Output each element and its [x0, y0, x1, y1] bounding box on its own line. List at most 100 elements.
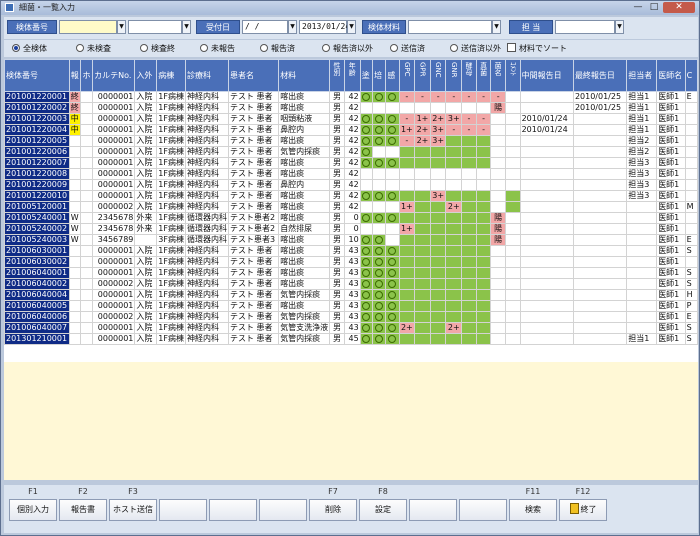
material-cell[interactable]: 喀出痰 — [278, 157, 331, 169]
result-cell[interactable] — [445, 168, 463, 180]
karte-no-cell[interactable]: 0000001 — [92, 300, 136, 312]
function-button-7[interactable]: 削除 — [309, 499, 357, 521]
department-cell[interactable]: 循環器内科 — [185, 223, 229, 235]
result-cell[interactable] — [490, 190, 506, 202]
result-cell[interactable] — [475, 190, 492, 202]
filter-radio-4[interactable]: 報告済 — [260, 43, 295, 54]
smear-cell[interactable] — [359, 278, 374, 290]
column-header[interactable]: GPC — [398, 59, 416, 92]
patient-name-cell[interactable]: テスト 患者 — [227, 113, 280, 125]
result-cell[interactable] — [429, 300, 447, 312]
interim-report-date-cell[interactable] — [519, 179, 574, 191]
ward-cell[interactable]: 1F病棟 — [156, 300, 186, 312]
specimen-no-cell[interactable]: 201006040004 — [4, 289, 70, 301]
report-status-cell[interactable] — [68, 278, 82, 290]
specimen-no-cell[interactable]: 201005120001 — [4, 201, 70, 213]
result-cell[interactable] — [414, 179, 431, 191]
result-cell[interactable] — [429, 256, 447, 268]
report-status-cell[interactable]: 中 — [68, 124, 82, 136]
host-status-cell[interactable] — [80, 223, 94, 235]
susceptibility-cell[interactable] — [385, 201, 400, 213]
column-header[interactable]: 年齢 — [343, 59, 361, 92]
report-status-cell[interactable] — [68, 311, 82, 323]
patient-name-cell[interactable]: テスト 患者 — [227, 135, 280, 147]
material-cell[interactable]: 喀出痰 — [278, 256, 331, 268]
staff-cell[interactable] — [626, 223, 658, 235]
age-cell[interactable]: 43 — [343, 245, 361, 257]
doctor-cell[interactable]: 医師1 — [656, 113, 686, 125]
doctor-cell[interactable]: 医師1 — [656, 300, 686, 312]
age-cell[interactable]: 42 — [343, 113, 361, 125]
host-status-cell[interactable] — [80, 300, 94, 312]
interim-report-date-cell[interactable] — [519, 267, 574, 279]
material-cell[interactable]: 咽頭粘液 — [278, 113, 331, 125]
result-cell[interactable] — [504, 267, 521, 279]
susceptibility-cell[interactable] — [385, 278, 400, 290]
specimen-no-cell[interactable]: 201006040007 — [4, 322, 70, 334]
result-cell[interactable] — [461, 146, 477, 158]
smear-cell[interactable] — [359, 333, 374, 345]
sex-cell[interactable]: 男 — [329, 311, 345, 323]
department-cell[interactable]: 循環器内科 — [185, 234, 229, 246]
host-status-cell[interactable] — [80, 102, 94, 114]
staff-cell[interactable]: 担当3 — [626, 168, 658, 180]
result-cell[interactable] — [414, 168, 431, 180]
sex-cell[interactable]: 男 — [329, 278, 345, 290]
filter-radio-1[interactable]: 未検査 — [76, 43, 111, 54]
department-cell[interactable]: 神経内科 — [185, 245, 229, 257]
result-cell[interactable] — [504, 234, 521, 246]
result-cell[interactable] — [504, 102, 521, 114]
result-cell[interactable] — [429, 223, 447, 235]
table-row[interactable]: 201005240003 W 3456789 3F病棟 循環器内科 テスト患者3 喀出痰男 1… — [4, 234, 698, 246]
column-header[interactable]: 中間報告日 — [519, 59, 574, 92]
smear-cell[interactable] — [359, 146, 374, 158]
patient-name-cell[interactable]: テスト 患者 — [227, 91, 280, 103]
report-status-cell[interactable] — [68, 322, 82, 334]
department-cell[interactable]: 神経内科 — [185, 267, 229, 279]
staff-cell[interactable] — [626, 201, 658, 213]
maximize-button[interactable]: □ — [647, 2, 661, 13]
smear-cell[interactable] — [359, 322, 374, 334]
specimen-no-cell[interactable]: 201001220008 — [4, 168, 70, 180]
material-cell[interactable]: 喀出痰 — [278, 212, 331, 224]
ward-cell[interactable]: 1F病棟 — [156, 289, 186, 301]
result-cell[interactable] — [475, 322, 492, 334]
result-cell[interactable]: - — [475, 91, 492, 103]
column-header[interactable]: 菌名 — [490, 59, 506, 92]
sex-cell[interactable]: 男 — [329, 300, 345, 312]
host-status-cell[interactable] — [80, 333, 94, 345]
staff-cell[interactable]: 担当1 — [626, 124, 658, 136]
result-cell[interactable] — [461, 168, 477, 180]
result-cell[interactable] — [398, 102, 416, 114]
table-row[interactable]: 201006030001 0000001 入院 1F病棟 神経内科 テスト 患者 喀出痰男 4… — [4, 245, 698, 257]
result-cell[interactable] — [461, 322, 477, 334]
result-cell[interactable] — [445, 300, 463, 312]
column-header[interactable]: 性別 — [329, 59, 345, 92]
age-cell[interactable]: 43 — [343, 289, 361, 301]
report-status-cell[interactable] — [68, 333, 82, 345]
culture-cell[interactable] — [372, 146, 387, 158]
karte-no-cell[interactable]: 0000001 — [92, 267, 136, 279]
department-cell[interactable]: 神経内科 — [185, 333, 229, 345]
final-report-date-cell[interactable] — [572, 201, 628, 213]
result-cell[interactable] — [461, 256, 477, 268]
result-cell[interactable] — [429, 278, 447, 290]
host-status-cell[interactable] — [80, 146, 94, 158]
result-cell[interactable] — [414, 102, 431, 114]
result-cell[interactable]: - — [398, 135, 416, 147]
karte-no-cell[interactable]: 0000001 — [92, 102, 136, 114]
ward-cell[interactable]: 1F病棟 — [156, 201, 186, 213]
extra-cell[interactable] — [684, 223, 698, 235]
result-cell[interactable] — [461, 157, 477, 169]
inout-cell[interactable]: 入院 — [134, 256, 158, 268]
extra-cell[interactable] — [684, 113, 698, 125]
staff-cell[interactable] — [626, 311, 658, 323]
doctor-cell[interactable]: 医師1 — [656, 168, 686, 180]
department-cell[interactable]: 神経内科 — [185, 322, 229, 334]
report-status-cell[interactable]: W — [68, 234, 82, 246]
patient-name-cell[interactable]: テスト 患者 — [227, 322, 280, 334]
patient-name-cell[interactable]: テスト 患者 — [227, 201, 280, 213]
smear-cell[interactable] — [359, 223, 374, 235]
result-cell[interactable] — [414, 146, 431, 158]
interim-report-date-cell[interactable] — [519, 212, 574, 224]
